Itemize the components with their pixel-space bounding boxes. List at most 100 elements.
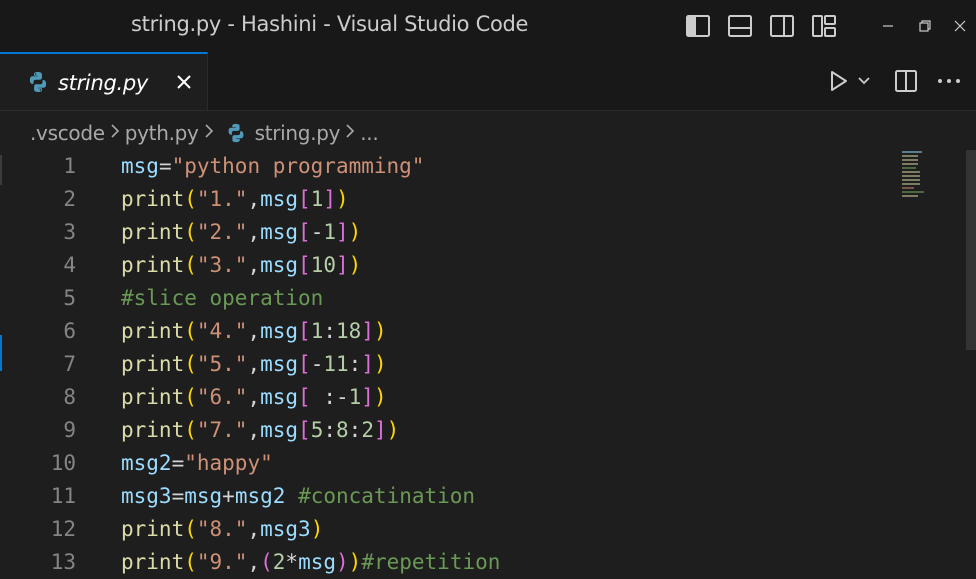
code-line[interactable]: 2 print("1.",msg[1]) (0, 183, 960, 216)
code-token: msg (260, 352, 299, 376)
minimize-icon[interactable] (870, 12, 906, 40)
toggle-secondary-sidebar-icon[interactable] (768, 12, 796, 40)
code-token: [ (298, 220, 311, 244)
line-number: 2 (63, 187, 76, 211)
code-token: msg2 (121, 451, 172, 475)
more-actions-icon[interactable] (936, 68, 962, 99)
line-number: 5 (63, 286, 76, 310)
line-number: 3 (63, 220, 76, 244)
code-token: , (247, 385, 261, 409)
code-token: #concatination (298, 484, 476, 508)
line-number: 12 (50, 517, 76, 541)
code-token: : (323, 319, 337, 343)
breadcrumb-item-pyth[interactable]: pyth.py (125, 121, 199, 145)
code-token: 1 (310, 319, 324, 343)
code-token: 11 (323, 352, 349, 376)
breadcrumb: .vscode pyth.py string.py ... (30, 118, 379, 148)
chevron-down-icon[interactable] (856, 68, 872, 99)
code-line[interactable]: 1 msg="python programming" (0, 150, 960, 183)
code-token: ) (336, 187, 349, 211)
code-line[interactable]: 13 print("9.",(2*msg))#repetition (0, 546, 960, 579)
run-python-file-icon[interactable] (826, 68, 850, 99)
code-token: print (121, 220, 185, 244)
code-token: ( (184, 187, 197, 211)
code-line[interactable]: 7 print("5.",msg[-11:]) (0, 348, 960, 381)
code-token: ( (184, 550, 197, 574)
code-token: 18 (336, 319, 362, 343)
code-token: = (171, 484, 185, 508)
code-line[interactable]: 9 print("7.",msg[5:8:2]) (0, 414, 960, 447)
code-token: , (247, 187, 261, 211)
breadcrumb-item-string[interactable]: string.py (255, 121, 341, 145)
code-token: msg (260, 220, 299, 244)
line-source: print("8.",msg3) (121, 513, 323, 546)
editor-actions (826, 68, 962, 99)
customize-layout-icon[interactable] (810, 12, 838, 40)
code-token: msg (260, 319, 299, 343)
code-token: ) (373, 385, 387, 409)
vertical-scrollbar[interactable] (966, 150, 976, 350)
close-window-icon[interactable] (942, 12, 976, 40)
window-title: string.py - Hashini - Visual Studio Code (131, 12, 529, 36)
code-line[interactable]: 11 msg3=msg+msg2 #concatination (0, 480, 960, 513)
code-token: "3." (196, 253, 248, 277)
tab-string-py[interactable]: string.py (0, 52, 208, 110)
code-token: , (247, 220, 261, 244)
minimap[interactable] (900, 150, 934, 200)
code-token: msg (260, 253, 299, 277)
line-source: msg3=msg+msg2 #concatination (121, 480, 475, 513)
code-token: - (310, 352, 324, 376)
code-line[interactable]: 10 msg2="happy" (0, 447, 960, 480)
code-token: #slice operation (121, 286, 324, 310)
code-token: , (247, 319, 261, 343)
line-source: print("4.",msg[1:18]) (121, 315, 387, 348)
code-token: ( (184, 385, 197, 409)
code-line[interactable]: 4 print("3.",msg[10]) (0, 249, 960, 282)
code-token: ( (184, 352, 197, 376)
code-token: ) (310, 517, 324, 541)
code-token: print (121, 517, 185, 541)
code-token: 8 (336, 418, 349, 442)
chevron-right-icon (105, 121, 125, 146)
code-token: "7." (196, 418, 248, 442)
restore-icon[interactable] (906, 12, 942, 40)
code-token: "2." (196, 220, 248, 244)
breadcrumb-item-vscode[interactable]: .vscode (30, 121, 105, 145)
code-token: print (121, 418, 185, 442)
code-line[interactable]: 8 print("6.",msg[ :-1]) (0, 381, 960, 414)
line-number: 11 (50, 484, 76, 508)
code-token: ) (348, 220, 362, 244)
code-token: ] (361, 385, 374, 409)
line-source: print("6.",msg[ :-1]) (121, 381, 387, 414)
code-token: ( (184, 319, 197, 343)
title-bar: string.py - Hashini - Visual Studio Code (0, 0, 976, 52)
code-token: msg (298, 550, 337, 574)
code-token: ] (361, 352, 374, 376)
code-token: "6." (196, 385, 248, 409)
code-token: ( (184, 517, 197, 541)
close-icon[interactable] (172, 70, 196, 94)
code-token: , (247, 550, 261, 574)
code-token: ) (336, 550, 349, 574)
code-token: 2 (361, 418, 374, 442)
code-line[interactable]: 3 print("2.",msg[-1]) (0, 216, 960, 249)
code-line[interactable]: 5 #slice operation (0, 282, 960, 315)
code-line[interactable]: 12 print("8.",msg3) (0, 513, 960, 546)
code-token: [ (298, 352, 311, 376)
code-token: msg (260, 418, 299, 442)
line-source: print("1.",msg[1]) (121, 183, 349, 216)
breadcrumb-item-symbols[interactable]: ... (360, 121, 378, 145)
line-number: 8 (63, 385, 76, 409)
code-token: - (310, 220, 324, 244)
split-editor-icon[interactable] (894, 68, 918, 99)
toggle-panel-icon[interactable] (726, 12, 754, 40)
code-token: "python programming" (171, 154, 425, 178)
code-token: msg3 (260, 517, 311, 541)
code-token: 1 (310, 187, 324, 211)
code-token: 1 (323, 220, 337, 244)
tab-label: string.py (58, 71, 149, 95)
code-token: "9." (196, 550, 248, 574)
toggle-primary-sidebar-icon[interactable] (684, 12, 712, 40)
code-line[interactable]: 6 print("4.",msg[1:18]) (0, 315, 960, 348)
